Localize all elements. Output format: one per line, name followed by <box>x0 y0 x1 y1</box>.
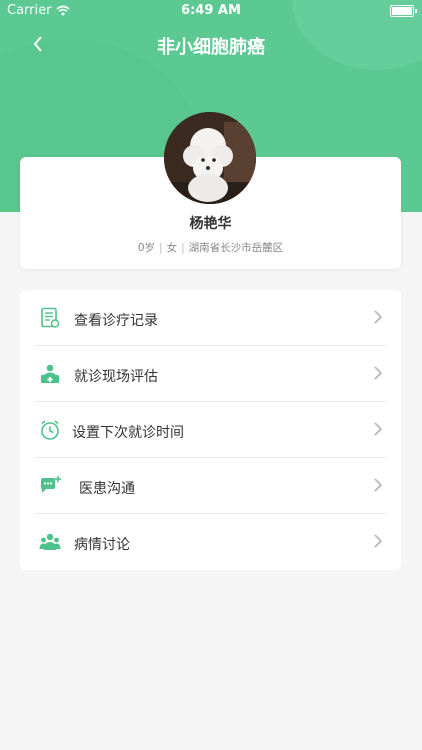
chevron-right-icon <box>374 310 383 324</box>
group-discussion-icon <box>39 533 61 550</box>
patient-age: 0岁 <box>137 242 156 254</box>
patient-gender: 女 <box>166 242 178 254</box>
avatar[interactable] <box>164 112 256 204</box>
menu-item-medical-records[interactable]: 查看诊疗记录 <box>20 290 401 346</box>
menu-item-doctor-patient-chat[interactable]: 医患沟通 <box>20 458 401 514</box>
menu-item-label: 病情讨论 <box>74 537 130 553</box>
menu-item-on-site-assessment[interactable]: 就诊现场评估 <box>20 346 401 402</box>
clock: 6:49 AM <box>181 3 241 18</box>
status-bar: Carrier 6:49 AM <box>0 0 422 22</box>
patient-name: 杨艳华 <box>189 216 232 232</box>
chat-bubble-icon <box>41 476 61 493</box>
menu-item-label: 设置下次就诊时间 <box>72 425 184 441</box>
doctor-desk-icon <box>41 364 59 383</box>
menu-item-label: 查看诊疗记录 <box>74 313 158 329</box>
poodle-photo <box>164 112 256 204</box>
alarm-clock-icon <box>41 420 59 440</box>
menu-item-label: 就诊现场评估 <box>74 369 158 385</box>
chevron-right-icon <box>374 478 383 492</box>
chevron-right-icon <box>374 534 383 548</box>
patient-location: 湖南省长沙市岳麓区 <box>188 242 284 254</box>
battery-icon <box>390 5 417 17</box>
navigation-bar: 非小细胞肺癌 <box>0 22 422 66</box>
menu-card: 查看诊疗记录 就诊现场评估 设置下次就诊时间 医患沟通 病情讨论 <box>20 290 401 570</box>
chevron-right-icon <box>374 366 383 380</box>
patient-info: 0岁 | 女 | 湖南省长沙市岳麓区 <box>137 242 284 254</box>
medical-record-icon <box>41 307 60 328</box>
page-title: 非小细胞肺癌 <box>157 37 265 58</box>
menu-item-case-discussion[interactable]: 病情讨论 <box>20 514 401 570</box>
menu-item-next-visit-time[interactable]: 设置下次就诊时间 <box>20 402 401 458</box>
chevron-right-icon <box>374 422 383 436</box>
menu-item-label: 医患沟通 <box>79 481 135 497</box>
